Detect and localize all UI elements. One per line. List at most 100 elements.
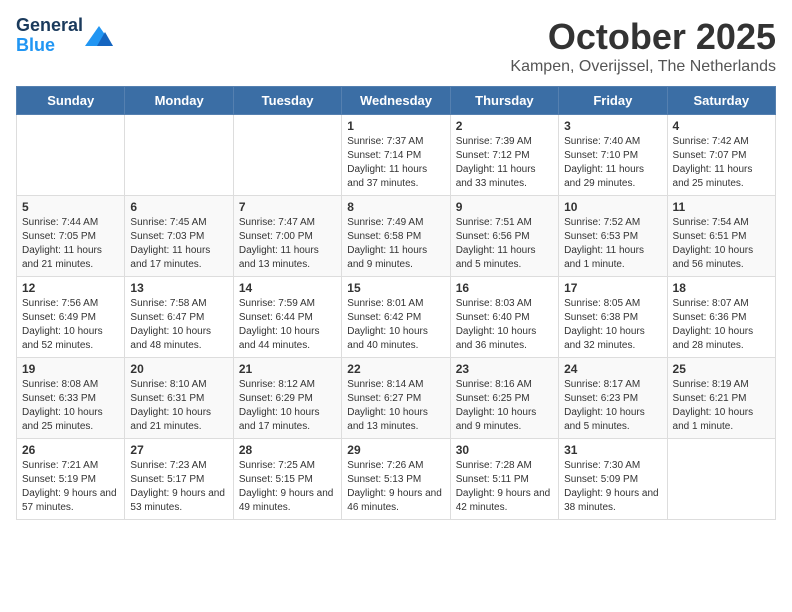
calendar-cell: 18Sunrise: 8:07 AM Sunset: 6:36 PM Dayli… [667, 277, 775, 358]
day-info: Sunrise: 7:25 AM Sunset: 5:15 PM Dayligh… [239, 459, 336, 515]
calendar-cell: 3 Sunrise: 7:40 AM Sunset: 7:10 PM Daylig… [559, 115, 667, 196]
weekday-header-cell: Thursday [450, 87, 558, 115]
calendar-cell: 8 Sunrise: 7:49 AM Sunset: 6:58 PM Daylig… [342, 196, 450, 277]
calendar-cell: 29Sunrise: 7:26 AM Sunset: 5:13 PM Dayli… [342, 439, 450, 520]
day-number: 27 [130, 443, 227, 457]
calendar-week-row: 1 Sunrise: 7:37 AM Sunset: 7:14 PM Daylig… [17, 115, 776, 196]
day-number: 23 [456, 362, 553, 376]
calendar-cell [17, 115, 125, 196]
day-number: 31 [564, 443, 661, 457]
calendar-cell: 1 Sunrise: 7:37 AM Sunset: 7:14 PM Daylig… [342, 115, 450, 196]
day-info: Sunrise: 7:23 AM Sunset: 5:17 PM Dayligh… [130, 459, 227, 515]
day-info: Sunrise: 7:40 AM Sunset: 7:10 PM Dayligh… [564, 135, 661, 191]
calendar-cell: 9 Sunrise: 7:51 AM Sunset: 6:56 PM Daylig… [450, 196, 558, 277]
location-subtitle: Kampen, Overijssel, The Netherlands [510, 58, 776, 76]
day-number: 26 [22, 443, 119, 457]
day-info: Sunrise: 7:44 AM Sunset: 7:05 PM Dayligh… [22, 216, 119, 272]
day-info: Sunrise: 8:17 AM Sunset: 6:23 PM Dayligh… [564, 378, 661, 434]
calendar-cell [233, 115, 341, 196]
calendar-cell: 15 Sunrise: 8:01 AM Sunset: 6:42 PM Dayli… [342, 277, 450, 358]
weekday-header-cell: Tuesday [233, 87, 341, 115]
day-number: 10 [564, 200, 661, 214]
day-info: Sunrise: 7:39 AM Sunset: 7:12 PM Dayligh… [456, 135, 553, 191]
day-number: 28 [239, 443, 336, 457]
calendar-cell: 14 Sunrise: 7:59 AM Sunset: 6:44 PM Dayli… [233, 277, 341, 358]
day-info: Sunrise: 7:59 AM Sunset: 6:44 PM Dayligh… [239, 297, 336, 353]
day-info: Sunrise: 7:37 AM Sunset: 7:14 PM Dayligh… [347, 135, 444, 191]
weekday-header-cell: Saturday [667, 87, 775, 115]
day-info: Sunrise: 8:14 AM Sunset: 6:27 PM Dayligh… [347, 378, 444, 434]
calendar-week-row: 26 Sunrise: 7:21 AM Sunset: 5:19 PM Dayli… [17, 439, 776, 520]
day-number: 2 [456, 119, 553, 133]
day-info: Sunrise: 8:01 AM Sunset: 6:42 PM Dayligh… [347, 297, 444, 353]
day-number: 15 [347, 281, 444, 295]
weekday-header-row: SundayMondayTuesdayWednesdayThursdayFrid… [17, 87, 776, 115]
day-info: Sunrise: 7:30 AM Sunset: 5:09 PM Dayligh… [564, 459, 661, 515]
day-number: 13 [130, 281, 227, 295]
calendar-cell: 12Sunrise: 7:56 AM Sunset: 6:49 PM Dayli… [17, 277, 125, 358]
title-block: October 2025 Kampen, Overijssel, The Net… [510, 16, 776, 76]
calendar-cell: 24 Sunrise: 8:17 AM Sunset: 6:23 PM Dayli… [559, 358, 667, 439]
logo-text: GeneralBlue [16, 16, 83, 56]
calendar-cell: 16 Sunrise: 8:03 AM Sunset: 6:40 PM Dayli… [450, 277, 558, 358]
day-number: 14 [239, 281, 336, 295]
calendar-cell: 21 Sunrise: 8:12 AM Sunset: 6:29 PM Dayli… [233, 358, 341, 439]
calendar-cell: 13 Sunrise: 7:58 AM Sunset: 6:47 PM Dayli… [125, 277, 233, 358]
day-number: 3 [564, 119, 661, 133]
day-number: 1 [347, 119, 444, 133]
day-number: 16 [456, 281, 553, 295]
day-number: 24 [564, 362, 661, 376]
calendar-cell: 25 Sunrise: 8:19 AM Sunset: 6:21 PM Dayli… [667, 358, 775, 439]
day-number: 20 [130, 362, 227, 376]
calendar-cell: 19 Sunrise: 8:08 AM Sunset: 6:33 PM Dayli… [17, 358, 125, 439]
day-info: Sunrise: 8:12 AM Sunset: 6:29 PM Dayligh… [239, 378, 336, 434]
day-number: 9 [456, 200, 553, 214]
calendar-cell: 10Sunrise: 7:52 AM Sunset: 6:53 PM Dayli… [559, 196, 667, 277]
calendar-cell: 4Sunrise: 7:42 AM Sunset: 7:07 PM Daylig… [667, 115, 775, 196]
day-number: 7 [239, 200, 336, 214]
day-number: 22 [347, 362, 444, 376]
calendar-cell [125, 115, 233, 196]
day-info: Sunrise: 8:16 AM Sunset: 6:25 PM Dayligh… [456, 378, 553, 434]
day-info: Sunrise: 8:19 AM Sunset: 6:21 PM Dayligh… [673, 378, 770, 434]
day-info: Sunrise: 8:03 AM Sunset: 6:40 PM Dayligh… [456, 297, 553, 353]
month-title: October 2025 [510, 16, 776, 58]
day-number: 30 [456, 443, 553, 457]
day-number: 17 [564, 281, 661, 295]
day-number: 6 [130, 200, 227, 214]
day-number: 25 [673, 362, 770, 376]
calendar-cell: 27 Sunrise: 7:23 AM Sunset: 5:17 PM Dayli… [125, 439, 233, 520]
day-info: Sunrise: 8:08 AM Sunset: 6:33 PM Dayligh… [22, 378, 119, 434]
day-info: Sunrise: 7:28 AM Sunset: 5:11 PM Dayligh… [456, 459, 553, 515]
calendar-week-row: 5 Sunrise: 7:44 AM Sunset: 7:05 PM Daylig… [17, 196, 776, 277]
day-number: 5 [22, 200, 119, 214]
calendar-cell: 20 Sunrise: 8:10 AM Sunset: 6:31 PM Dayli… [125, 358, 233, 439]
calendar-cell: 28 Sunrise: 7:25 AM Sunset: 5:15 PM Dayli… [233, 439, 341, 520]
calendar-week-row: 19 Sunrise: 8:08 AM Sunset: 6:33 PM Dayli… [17, 358, 776, 439]
day-info: Sunrise: 8:10 AM Sunset: 6:31 PM Dayligh… [130, 378, 227, 434]
day-info: Sunrise: 7:21 AM Sunset: 5:19 PM Dayligh… [22, 459, 119, 515]
day-info: Sunrise: 7:58 AM Sunset: 6:47 PM Dayligh… [130, 297, 227, 353]
day-info: Sunrise: 7:51 AM Sunset: 6:56 PM Dayligh… [456, 216, 553, 272]
calendar-cell: 26 Sunrise: 7:21 AM Sunset: 5:19 PM Dayli… [17, 439, 125, 520]
calendar-table: SundayMondayTuesdayWednesdayThursdayFrid… [16, 86, 776, 520]
calendar-cell: 7Sunrise: 7:47 AM Sunset: 7:00 PM Daylig… [233, 196, 341, 277]
calendar-body: 1 Sunrise: 7:37 AM Sunset: 7:14 PM Daylig… [17, 115, 776, 520]
logo: GeneralBlue [16, 16, 113, 56]
calendar-cell: 11Sunrise: 7:54 AM Sunset: 6:51 PM Dayli… [667, 196, 775, 277]
day-info: Sunrise: 8:05 AM Sunset: 6:38 PM Dayligh… [564, 297, 661, 353]
day-number: 18 [673, 281, 770, 295]
calendar-cell [667, 439, 775, 520]
day-info: Sunrise: 7:45 AM Sunset: 7:03 PM Dayligh… [130, 216, 227, 272]
page-header: GeneralBlue October 2025 Kampen, Overijs… [16, 16, 776, 76]
day-number: 19 [22, 362, 119, 376]
calendar-cell: 17 Sunrise: 8:05 AM Sunset: 6:38 PM Dayli… [559, 277, 667, 358]
weekday-header-cell: Sunday [17, 87, 125, 115]
calendar-week-row: 12Sunrise: 7:56 AM Sunset: 6:49 PM Dayli… [17, 277, 776, 358]
calendar-cell: 22 Sunrise: 8:14 AM Sunset: 6:27 PM Dayli… [342, 358, 450, 439]
weekday-header-cell: Monday [125, 87, 233, 115]
day-number: 8 [347, 200, 444, 214]
day-info: Sunrise: 7:26 AM Sunset: 5:13 PM Dayligh… [347, 459, 444, 515]
day-number: 21 [239, 362, 336, 376]
day-info: Sunrise: 7:49 AM Sunset: 6:58 PM Dayligh… [347, 216, 444, 272]
